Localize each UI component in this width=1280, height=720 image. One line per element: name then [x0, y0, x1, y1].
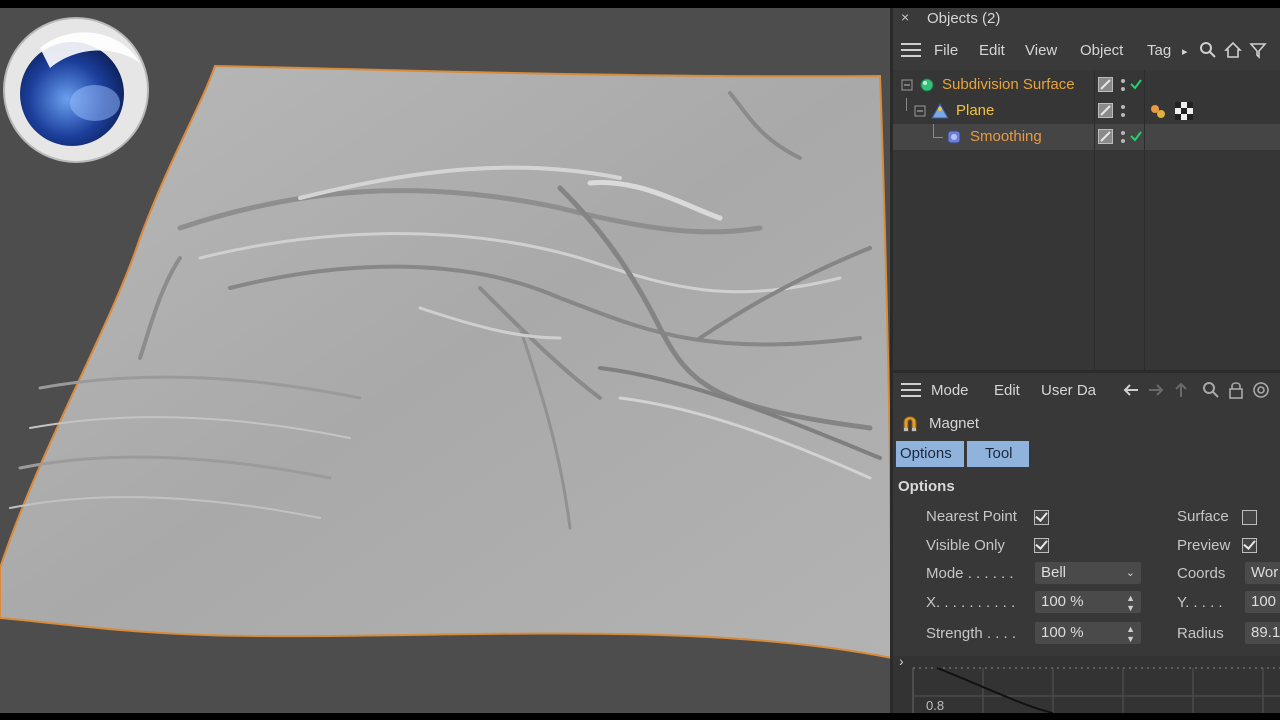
radius-label: Radius — [1177, 625, 1224, 642]
strength-value: 100 % — [1041, 624, 1084, 641]
panel-separator[interactable] — [893, 370, 1280, 373]
cinema4d-logo — [3, 17, 149, 163]
tab-tool[interactable]: Tool — [967, 441, 1029, 467]
enabled-check-icon[interactable] — [1129, 129, 1143, 143]
objects-menubar: File Edit View Object Tag ▸ — [893, 36, 1280, 66]
section-title: Options — [898, 478, 955, 495]
filter-icon[interactable] — [1249, 41, 1267, 59]
tab-options[interactable]: Options — [896, 441, 964, 467]
phong-tag-icon[interactable] — [1149, 102, 1167, 120]
expand-collapse-icon[interactable] — [914, 105, 926, 117]
3d-viewport[interactable] — [0, 8, 892, 713]
mode-label: Mode . . . . . . — [926, 565, 1014, 582]
radius-field[interactable]: 89.1 — [1245, 622, 1280, 644]
subdivision-surface-icon — [920, 78, 934, 92]
close-icon[interactable]: × — [901, 9, 909, 25]
radius-value: 89.1 — [1251, 624, 1280, 641]
object-row-smoothing[interactable]: Smoothing — [893, 124, 1280, 150]
object-name[interactable]: Plane — [956, 102, 994, 119]
target-icon[interactable] — [1252, 381, 1270, 399]
x-value: 100 % — [1041, 593, 1084, 610]
tool-header: Magnet — [893, 409, 1280, 435]
up-arrow-icon[interactable] — [1172, 381, 1190, 399]
search-icon[interactable] — [1199, 41, 1217, 59]
right-panel: × Objects (2) File Edit View Object Tag … — [893, 8, 1280, 713]
object-row-subdivision-surface[interactable]: Subdivision Surface — [893, 72, 1280, 98]
column-divider — [1144, 70, 1145, 370]
chevron-down-icon: ⌄ — [1125, 567, 1135, 579]
column-divider — [1094, 70, 1095, 370]
menu-edit[interactable]: Edit — [994, 382, 1020, 399]
y-value: 100 — [1251, 593, 1277, 610]
x-label: X. . . . . . . . . . — [926, 594, 1016, 611]
menu-file[interactable]: File — [934, 42, 958, 59]
menu-view[interactable]: View — [1025, 42, 1057, 59]
lock-icon[interactable] — [1227, 381, 1245, 399]
object-row-plane[interactable]: Plane — [893, 98, 1280, 124]
nearest-point-checkbox[interactable] — [1034, 509, 1049, 525]
falloff-curve — [912, 667, 1280, 713]
mode-value: Bell — [1041, 564, 1067, 581]
smoothing-deformer-icon — [947, 130, 961, 144]
coords-value: Wor — [1251, 564, 1279, 581]
coords-label: Coords — [1177, 565, 1226, 582]
menu-edit[interactable]: Edit — [979, 42, 1005, 59]
coords-dropdown[interactable]: Wor — [1245, 562, 1280, 584]
attributes-menubar: Mode Edit User Da — [893, 376, 1280, 406]
menu-user-data[interactable]: User Da — [1041, 382, 1096, 399]
falloff-graph[interactable]: › 0.8 — [893, 653, 1280, 713]
layer-edit-icon[interactable] — [1098, 129, 1113, 144]
layer-edit-icon[interactable] — [1098, 103, 1113, 118]
objects-titlebar: × Objects (2) — [893, 8, 1280, 30]
preview-checkbox[interactable] — [1242, 537, 1257, 553]
menu-object[interactable]: Object — [1080, 42, 1123, 59]
y-field[interactable]: 100 — [1245, 591, 1280, 613]
material-tag-icon[interactable] — [1175, 102, 1193, 120]
menu-mode[interactable]: Mode — [931, 382, 969, 399]
surface-label: Surface — [1177, 508, 1229, 525]
stepper-icon[interactable]: ▲ ▼ — [1126, 593, 1135, 613]
object-manager-list[interactable]: Subdivision Surface Plane Smoothing — [893, 70, 1280, 370]
menu-tag[interactable]: Tag — [1147, 42, 1171, 59]
nearest-point-label: Nearest Point — [926, 508, 1017, 525]
x-field[interactable]: 100 % ▲ ▼ — [1035, 591, 1141, 613]
visibility-dots-icon[interactable] — [1120, 76, 1126, 94]
strength-label: Strength . . . . — [926, 625, 1017, 642]
graph-axis-label: 0.8 — [926, 698, 945, 713]
search-icon[interactable] — [1202, 381, 1220, 399]
hamburger-menu-icon[interactable] — [901, 383, 921, 399]
y-label: Y. . . . . — [1177, 594, 1223, 611]
hamburger-menu-icon[interactable] — [901, 43, 921, 59]
mode-dropdown[interactable]: Bell ⌄ — [1035, 562, 1141, 584]
expand-collapse-icon[interactable] — [901, 79, 913, 91]
visible-only-label: Visible Only — [926, 537, 1005, 554]
object-name[interactable]: Subdivision Surface — [942, 76, 1075, 93]
plane-icon — [931, 103, 949, 119]
stepper-icon[interactable]: ▲ ▼ — [1126, 624, 1135, 644]
preview-label: Preview — [1177, 537, 1231, 554]
object-name[interactable]: Smoothing — [970, 128, 1042, 145]
forward-arrow-icon[interactable] — [1147, 381, 1165, 399]
objects-panel-title: Objects (2) — [927, 10, 1001, 27]
back-arrow-icon[interactable] — [1122, 381, 1140, 399]
visible-only-checkbox[interactable] — [1034, 537, 1049, 553]
menu-more-icon[interactable]: ▸ — [1182, 45, 1188, 58]
magnet-icon — [903, 416, 917, 432]
enabled-check-icon[interactable] — [1129, 77, 1143, 91]
surface-checkbox[interactable] — [1242, 510, 1257, 525]
home-icon[interactable] — [1224, 41, 1242, 59]
layer-edit-icon[interactable] — [1098, 77, 1113, 92]
visibility-dots-icon[interactable] — [1120, 102, 1126, 120]
strength-field[interactable]: 100 % ▲ ▼ — [1035, 622, 1141, 644]
tool-name: Magnet — [929, 415, 980, 432]
visibility-dots-icon[interactable] — [1120, 128, 1126, 146]
